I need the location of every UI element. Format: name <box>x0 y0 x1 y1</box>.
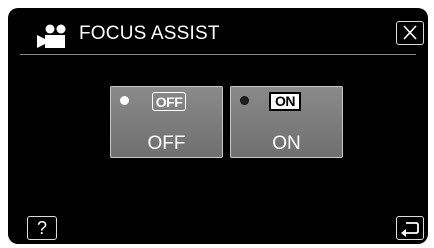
off-badge-icon: OFF <box>152 92 186 111</box>
close-icon <box>403 25 417 40</box>
help-button[interactable]: ? <box>27 216 57 240</box>
option-off-label: OFF <box>147 133 186 154</box>
option-off-button[interactable]: OFF OFF <box>110 86 223 158</box>
title-divider <box>20 54 416 55</box>
radio-indicator-off <box>120 96 129 105</box>
close-button[interactable] <box>396 21 424 45</box>
on-badge-icon: ON <box>269 92 301 111</box>
return-arrow-icon <box>401 222 419 237</box>
option-on-label: ON <box>272 133 301 154</box>
title-bar: FOCUS ASSIST <box>8 8 428 56</box>
option-on-button[interactable]: ON ON <box>230 86 343 158</box>
radio-indicator-on <box>240 96 249 105</box>
focus-assist-panel: FOCUS ASSIST OFF OFF ON ON ? <box>8 8 428 244</box>
camera-menu-screen: FOCUS ASSIST OFF OFF ON ON ? <box>0 0 434 248</box>
page-title: FOCUS ASSIST <box>79 23 220 44</box>
back-button[interactable] <box>396 216 424 240</box>
video-camera-icon <box>36 24 74 50</box>
